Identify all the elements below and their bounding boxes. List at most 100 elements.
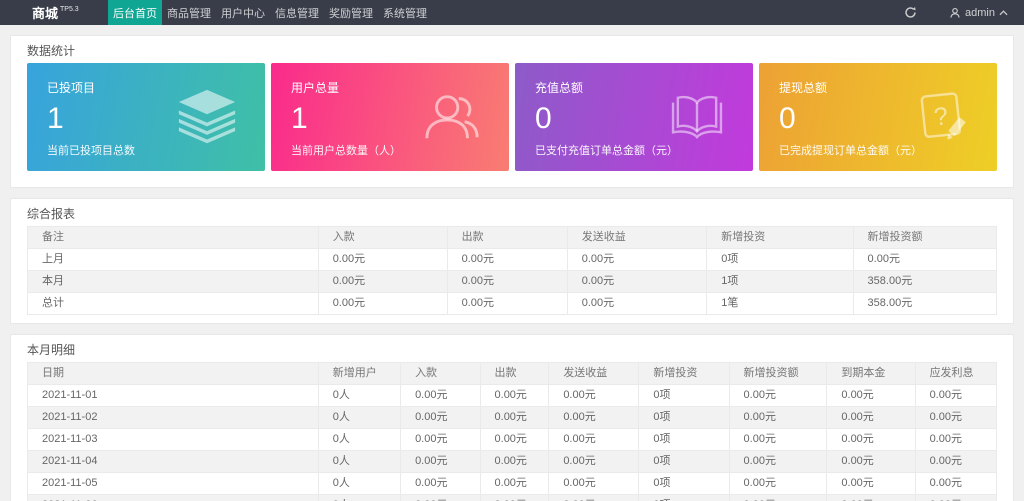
- table-cell: 0.00元: [826, 428, 916, 451]
- table-cell: 0.00元: [548, 384, 640, 407]
- detail-col-header: 出款: [479, 362, 550, 385]
- table-cell: 0.00元: [914, 494, 998, 501]
- stat-card-invested-projects: 已投项目 1 当前已投项目总数: [27, 63, 265, 171]
- document-question-icon: ?: [920, 92, 966, 140]
- svg-text:?: ?: [933, 102, 950, 131]
- report-col-header: 入款: [317, 226, 448, 249]
- table-row: 2021-11-04 0人 0.00元 0.00元 0.00元 0项 0.00元…: [27, 450, 998, 473]
- stat-card-total-recharge: 充值总额 0 已支付充值订单总金额（元）: [515, 63, 753, 171]
- table-cell: 上月: [27, 248, 319, 271]
- table-cell: 0.00元: [826, 384, 916, 407]
- report-col-header: 发送收益: [566, 226, 708, 249]
- stat-card-desc: 已支付充值订单总金额（元）: [535, 145, 678, 157]
- table-cell: 0.00元: [548, 472, 640, 495]
- table-row: 本月 0.00元 0.00元 0.00元 1项 358.00元: [27, 270, 998, 293]
- table-cell: 0.00元: [400, 494, 481, 501]
- table-cell: 0项: [638, 406, 730, 429]
- table-cell: 358.00元: [852, 270, 998, 293]
- table-cell: 0.00元: [479, 428, 550, 451]
- table-cell: 0.00元: [826, 406, 916, 429]
- user-icon: [950, 7, 960, 18]
- table-cell: 0.00元: [479, 472, 550, 495]
- detail-col-header: 日期: [27, 362, 319, 385]
- nav-item-info[interactable]: 信息管理: [270, 0, 324, 25]
- table-cell: 0人: [317, 406, 402, 429]
- table-cell: 0.00元: [317, 292, 448, 315]
- detail-col-header: 到期本金: [826, 362, 916, 385]
- table-cell: 0.00元: [826, 450, 916, 473]
- detail-col-header: 入款: [400, 362, 481, 385]
- table-row: 2021-11-06 0人 0.00元 0.00元 0.00元 0项 0.00元…: [27, 494, 998, 501]
- stat-card-desc: 已完成提现订单总金额（元）: [779, 145, 922, 157]
- table-cell: 0人: [317, 450, 402, 473]
- table-cell: 0项: [638, 494, 730, 501]
- table-cell: 0.00元: [852, 248, 998, 271]
- table-cell: 358.00元: [852, 292, 998, 315]
- table-cell: 0项: [638, 384, 730, 407]
- report-table: 备注 入款 出款 发送收益 新增投资 新增投资额 上月 0.00元 0.00元 …: [27, 226, 998, 315]
- detail-table: 日期 新增用户 入款 出款 发送收益 新增投资 新增投资额 到期本金 应发利息 …: [27, 362, 998, 501]
- detail-col-header: 新增投资额: [728, 362, 828, 385]
- table-cell: 0人: [317, 494, 402, 501]
- table-cell: 0.00元: [400, 406, 481, 429]
- table-cell: 0项: [706, 248, 854, 271]
- table-cell: 0.00元: [728, 450, 828, 473]
- refresh-button[interactable]: [890, 6, 931, 19]
- table-cell: 0.00元: [914, 428, 998, 451]
- detail-col-header: 新增投资: [638, 362, 730, 385]
- table-cell: 0人: [317, 472, 402, 495]
- stats-panel-title: 数据统计: [27, 44, 76, 58]
- table-cell: 0项: [638, 450, 730, 473]
- nav-item-dashboard[interactable]: 后台首页: [108, 0, 162, 25]
- user-menu[interactable]: admin: [931, 7, 1014, 19]
- table-cell: 0项: [638, 472, 730, 495]
- table-cell: 0.00元: [914, 472, 998, 495]
- main-menu: 后台首页 商品管理 用户中心 信息管理 奖励管理 系统管理: [108, 0, 432, 25]
- layers-icon: [178, 89, 236, 144]
- table-cell: 0人: [317, 428, 402, 451]
- table-cell: 0.00元: [728, 384, 828, 407]
- table-cell: 0项: [638, 428, 730, 451]
- table-row: 总计 0.00元 0.00元 0.00元 1笔 358.00元: [27, 292, 998, 315]
- report-col-header: 新增投资: [706, 226, 854, 249]
- detail-col-header: 发送收益: [548, 362, 640, 385]
- table-cell: 0.00元: [914, 406, 998, 429]
- table-cell: 0.00元: [728, 406, 828, 429]
- table-cell: 0.00元: [317, 270, 448, 293]
- report-panel-title: 综合报表: [27, 207, 76, 221]
- top-navbar: 商城 TP5.3 后台首页 商品管理 用户中心 信息管理 奖励管理 系统管理 a…: [0, 0, 1024, 25]
- detail-panel-title: 本月明细: [27, 343, 76, 357]
- stat-card-total-users: 用户总量 1 当前用户总数量（人）: [271, 63, 509, 171]
- table-cell: 0.00元: [548, 406, 640, 429]
- table-cell: 0.00元: [728, 428, 828, 451]
- report-panel: 综合报表 备注 入款 出款 发送收益 新增投资 新增投资额 上月 0.00元 0…: [10, 198, 1014, 324]
- table-cell: 0.00元: [400, 428, 481, 451]
- stat-cards: 已投项目 1 当前已投项目总数 用户总量 1 当前用户总数量（人） 充值总额 0…: [27, 63, 997, 171]
- table-cell: 0.00元: [914, 384, 998, 407]
- table-cell: 2021-11-04: [27, 450, 319, 473]
- nav-item-reward[interactable]: 奖励管理: [324, 0, 378, 25]
- table-cell: 0.00元: [479, 494, 550, 501]
- table-cell: 0.00元: [566, 270, 708, 293]
- table-row: 上月 0.00元 0.00元 0.00元 0项 0.00元: [27, 248, 998, 271]
- table-row: 2021-11-05 0人 0.00元 0.00元 0.00元 0项 0.00元…: [27, 472, 998, 495]
- caret-up-icon: [999, 9, 1008, 15]
- username: admin: [965, 6, 995, 19]
- nav-item-user-center[interactable]: 用户中心: [216, 0, 270, 25]
- table-cell: 0.00元: [548, 494, 640, 501]
- table-cell: 0.00元: [446, 270, 568, 293]
- nav-item-goods[interactable]: 商品管理: [162, 0, 216, 25]
- app-logo: 商城 TP5.3: [0, 0, 108, 25]
- report-col-header: 备注: [27, 226, 319, 249]
- table-cell: 2021-11-06: [27, 494, 319, 501]
- table-cell: 0.00元: [400, 450, 481, 473]
- table-cell: 0.00元: [479, 450, 550, 473]
- table-cell: 0.00元: [728, 472, 828, 495]
- detail-panel: 本月明细 日期 新增用户 入款 出款 发送收益 新增投资 新增投资额 到期本金 …: [10, 334, 1014, 501]
- table-row: 2021-11-02 0人 0.00元 0.00元 0.00元 0项 0.00元…: [27, 406, 998, 429]
- table-cell: 0.00元: [826, 472, 916, 495]
- table-cell: 2021-11-03: [27, 428, 319, 451]
- detail-col-header: 新增用户: [317, 362, 402, 385]
- app-version: TP5.3: [60, 6, 79, 13]
- nav-item-system[interactable]: 系统管理: [378, 0, 432, 25]
